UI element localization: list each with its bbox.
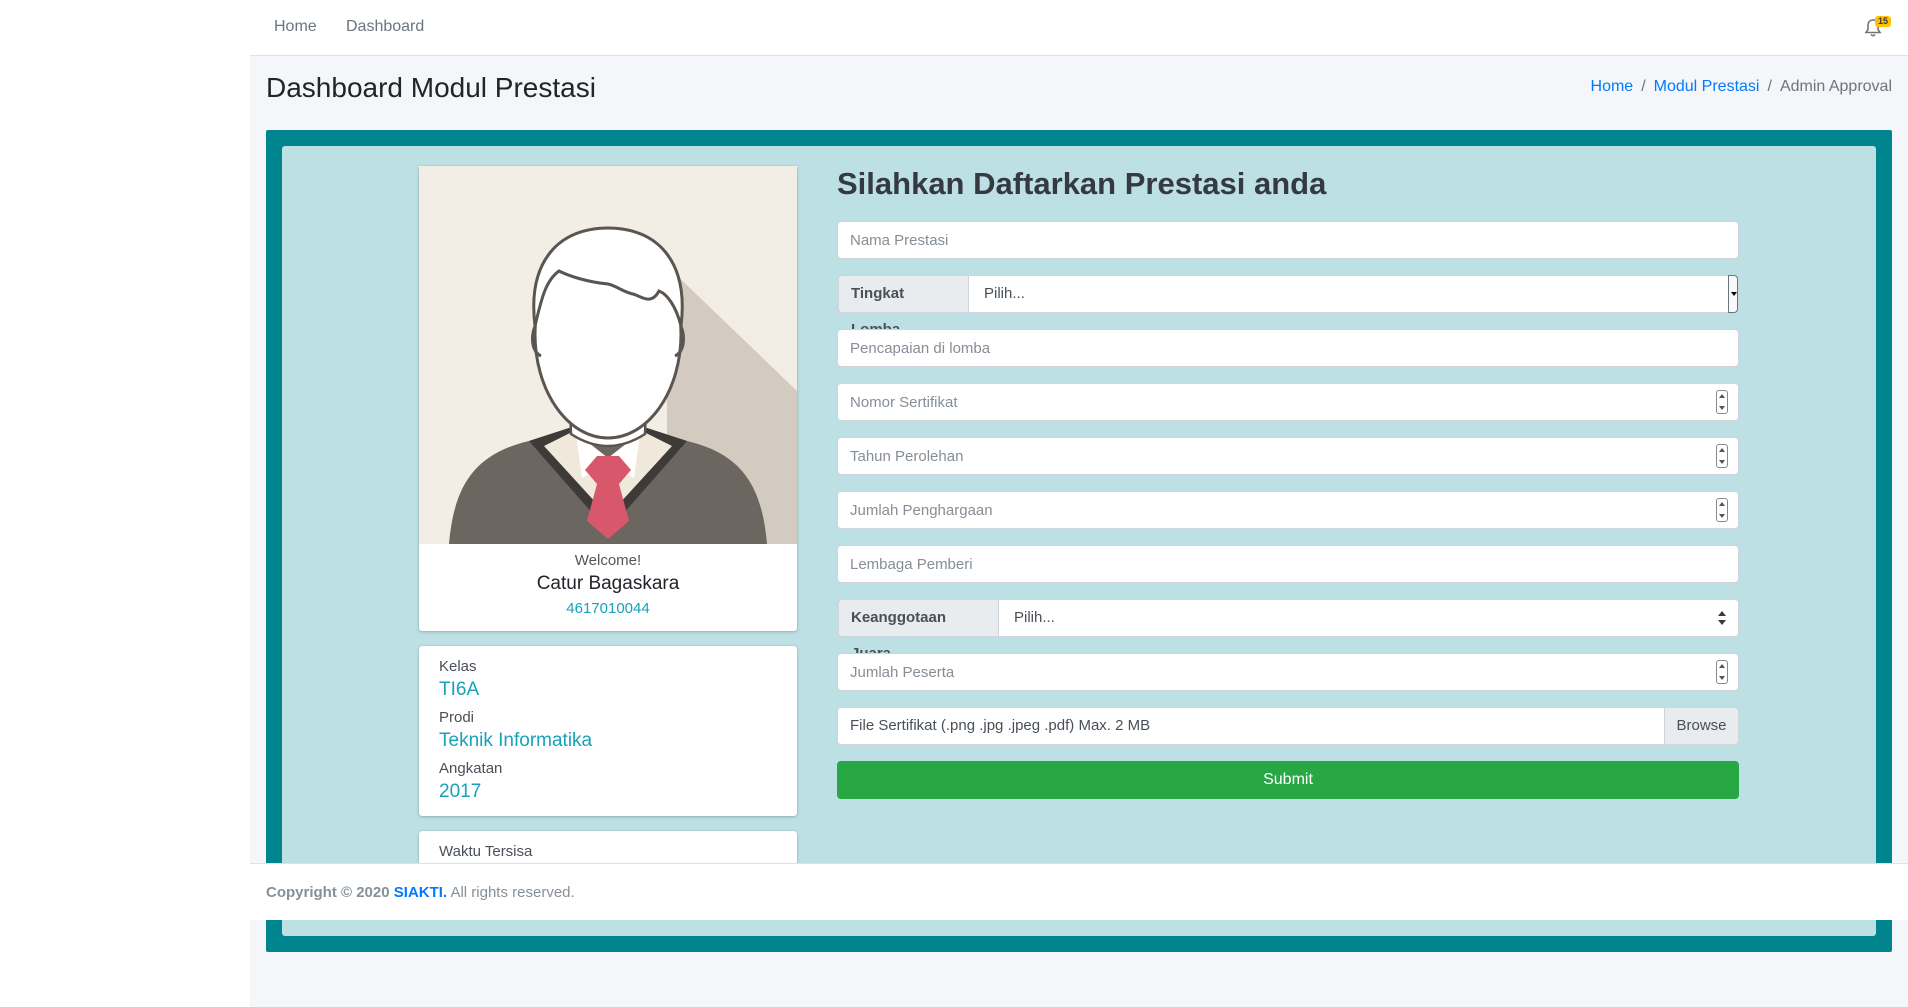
kelas-label: Kelas (439, 658, 477, 675)
lembaga-pemberi-input[interactable] (838, 546, 1738, 582)
lembaga-pemberi-field (837, 545, 1739, 583)
footer-rights: All rights reserved. (450, 884, 575, 901)
tingkat-lomba-value: Pilih... (984, 285, 1025, 302)
tahun-perolehan-input[interactable] (838, 438, 1738, 474)
user-nim: 4617010044 (566, 600, 650, 617)
pencapaian-field (837, 329, 1739, 367)
keanggotaan-juara-value: Pilih... (1014, 609, 1055, 626)
welcome-text: Welcome! (574, 552, 642, 569)
kelas-value: TI6A (439, 679, 480, 700)
student-info-card: Kelas TI6A Prodi Teknik Informatika Angk… (419, 646, 797, 816)
page-title: Dashboard Modul Prestasi (266, 72, 596, 103)
breadcrumb-home[interactable]: Home (1591, 78, 1634, 95)
nav-link-home[interactable]: Home (274, 18, 317, 36)
prodi-label: Prodi (439, 709, 475, 726)
footer: Copyright © 2020 SIAKTI. All rights rese… (250, 863, 1908, 920)
footer-copyright: Copyright © 2020 (266, 884, 390, 901)
jumlah-penghargaan-input[interactable] (838, 492, 1738, 528)
avatar (419, 166, 797, 544)
user-avatar-icon (419, 166, 797, 544)
keanggotaan-juara-label: Keanggotaan Juara (838, 599, 999, 662)
nomor-sertifikat-field (837, 383, 1739, 421)
footer-text: Copyright © 2020 SIAKTI. All rights rese… (266, 884, 575, 901)
profile-card: Welcome! Catur Bagaskara 4617010044 (419, 166, 797, 631)
nama-prestasi-input[interactable] (838, 222, 1738, 258)
caret-down-icon[interactable] (1728, 275, 1738, 313)
prodi-value: Teknik Informatika (439, 730, 593, 751)
inner-card: Welcome! Catur Bagaskara 4617010044 Kela… (282, 146, 1876, 936)
file-sertifikat-field[interactable]: File Sertifikat (.png .jpg .jpeg .pdf) M… (837, 707, 1739, 745)
sidebar (0, 0, 250, 1007)
notifications-button[interactable]: 15 (1862, 14, 1892, 40)
jumlah-peserta-field (837, 653, 1739, 691)
nama-prestasi-field (837, 221, 1739, 259)
breadcrumb: Home / Modul Prestasi / Admin Approval (1591, 78, 1892, 96)
waktu-tersisa-label: Waktu Tersisa (439, 843, 533, 860)
notification-badge: 15 (1875, 16, 1892, 27)
browse-button[interactable]: Browse (1664, 707, 1739, 745)
breadcrumb-separator: / (1767, 78, 1772, 95)
number-spinner-icon[interactable] (1716, 390, 1728, 414)
jumlah-penghargaan-field (837, 491, 1739, 529)
file-sertifikat-label: File Sertifikat (.png .jpg .jpeg .pdf) M… (850, 717, 1151, 734)
breadcrumb-admin-approval: Admin Approval (1779, 78, 1892, 95)
keanggotaan-juara-select[interactable]: Keanggotaan Juara Pilih... (837, 599, 1739, 662)
user-name: Catur Bagaskara (536, 573, 680, 594)
number-spinner-icon[interactable] (1716, 444, 1728, 468)
select-arrows-icon (1718, 611, 1726, 625)
breadcrumb-separator: / (1641, 78, 1646, 95)
tahun-perolehan-field (837, 437, 1739, 475)
pencapaian-input[interactable] (838, 330, 1738, 366)
form-title: Silahkan Daftarkan Prestasi anda (837, 166, 1327, 201)
angkatan-value: 2017 (439, 781, 482, 802)
angkatan-label: Angkatan (439, 760, 503, 777)
number-spinner-icon[interactable] (1716, 660, 1728, 684)
jumlah-peserta-input[interactable] (838, 654, 1738, 690)
nomor-sertifikat-input[interactable] (838, 384, 1738, 420)
footer-brand-link[interactable]: SIAKTI. (394, 884, 447, 901)
tingkat-lomba-label: Tingkat Lomba (838, 275, 969, 338)
submit-button[interactable]: Submit (837, 761, 1739, 799)
number-spinner-icon[interactable] (1716, 498, 1728, 522)
tingkat-lomba-select[interactable]: Tingkat Lomba Pilih... (837, 275, 1739, 338)
outer-card: Welcome! Catur Bagaskara 4617010044 Kela… (266, 130, 1892, 952)
nav-link-dashboard[interactable]: Dashboard (346, 18, 424, 36)
breadcrumb-modul-prestasi[interactable]: Modul Prestasi (1654, 78, 1760, 95)
top-navbar: Home Dashboard 15 (250, 0, 1908, 56)
